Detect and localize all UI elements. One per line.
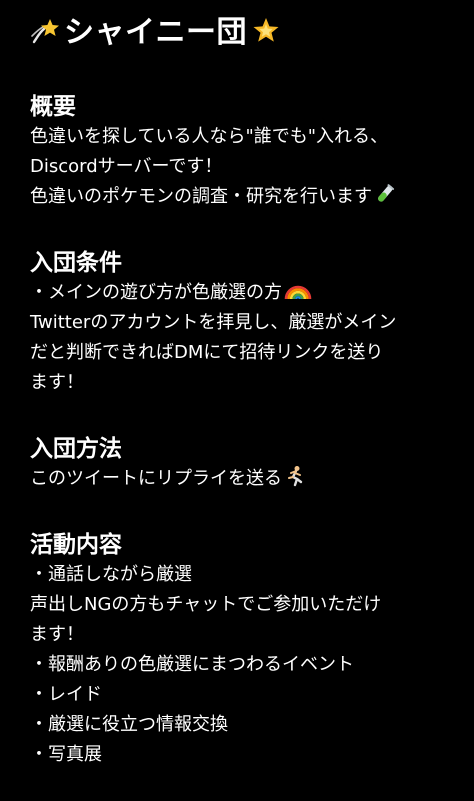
body-line: ます！ (30, 624, 84, 645)
section-body: ・メインの遊び方が色厳選の方 Twitterのアカウントを拝見し、厳選がメイン … (30, 278, 450, 398)
body-line: 声出しNGの方もチャットでご参加いただけ (30, 594, 382, 615)
section-body: 色違いを探している人なら"誰でも"入れる、 Discordサーバーです！ 色違い… (30, 122, 450, 212)
section-body: ・通話しながら厳選 声出しNGの方もチャットでご参加いただけ ます！ ・報酬あり… (30, 560, 450, 770)
body-line: ます！ (30, 372, 84, 393)
glowing-star-icon (251, 16, 281, 50)
rainbow-icon (284, 279, 312, 311)
body-line: ・メインの遊び方が色厳選の方 (30, 278, 450, 308)
test-tube-icon (374, 183, 396, 215)
section-how-to-join: 入団方法 このツイートにリプライを送る (30, 434, 450, 494)
section-body: このツイートにリプライを送る (30, 464, 450, 494)
section-heading: 概要 (30, 94, 76, 120)
section-requirements: 入団条件 ・メインの遊び方が色厳選の方 Twitterのアカウントを拝見し、厳選… (30, 248, 450, 398)
section-heading: 入団条件 (30, 250, 122, 276)
body-line: このツイートにリプライを送る (30, 464, 450, 494)
body-line: Twitterのアカウントを拝見し、厳選がメイン (30, 312, 397, 333)
body-line: 色違いを探している人なら"誰でも"入れる、 (30, 126, 389, 147)
section-heading: 入団方法 (30, 436, 122, 462)
body-line-text: ・メインの遊び方が色厳選の方 (30, 282, 282, 303)
runner-icon (284, 465, 306, 497)
section-activities: 活動内容 ・通話しながら厳選 声出しNGの方もチャットでご参加いただけ ます！ … (30, 530, 450, 770)
dizzy-star-icon (30, 16, 60, 50)
body-line: だと判断できればDMにて招待リンクを送り (30, 342, 384, 363)
body-line: ・厳選に役立つ情報交換 (30, 714, 228, 735)
post-content: シャイニー団 概要 色違いを探している人なら"誰でも"入れる、 Discordサ… (0, 0, 474, 801)
body-line: ・レイド (30, 684, 102, 705)
body-line: ・写真展 (30, 744, 102, 765)
section-overview: 概要 色違いを探している人なら"誰でも"入れる、 Discordサーバーです！ … (30, 92, 450, 212)
section-heading: 活動内容 (30, 532, 122, 558)
body-line-text: 色違いのポケモンの調査・研究を行います (30, 186, 372, 207)
body-line: 色違いのポケモンの調査・研究を行います (30, 182, 450, 212)
body-line: ・報酬ありの色厳選にまつわるイベント (30, 654, 354, 675)
title-row: シャイニー団 (30, 16, 450, 50)
body-line: Discordサーバーです！ (30, 156, 223, 177)
body-line-text: このツイートにリプライを送る (30, 468, 282, 489)
body-line: ・通話しながら厳選 (30, 564, 192, 585)
page-title: シャイニー団 (64, 15, 247, 50)
